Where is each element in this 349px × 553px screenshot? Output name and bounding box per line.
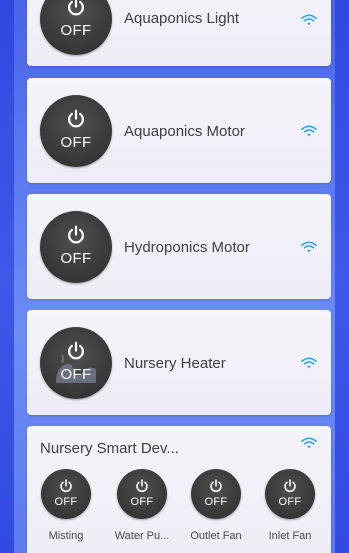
power-icon bbox=[210, 479, 222, 493]
group-title[interactable]: Nursery Smart Dev... bbox=[40, 440, 179, 457]
power-toggle-button[interactable]: OFF bbox=[40, 0, 112, 55]
group-device-label: Water Pu... bbox=[114, 530, 170, 542]
device-card-hydroponics-motor: OFF Hydroponics Motor bbox=[27, 194, 331, 299]
group-device-inlet-fan: OFF Inlet Fan bbox=[260, 469, 320, 551]
power-state-label: OFF bbox=[60, 22, 92, 39]
power-toggle-button[interactable]: OFF bbox=[191, 469, 241, 519]
power-toggle-button[interactable]: OFF bbox=[40, 327, 112, 399]
power-state-label: OFF bbox=[60, 250, 92, 267]
wifi-icon bbox=[301, 241, 317, 253]
power-state-label: OFF bbox=[130, 496, 154, 508]
device-name[interactable]: Nursery Heater bbox=[124, 355, 226, 372]
device-name[interactable]: Hydroponics Motor bbox=[124, 239, 250, 256]
power-state-label: OFF bbox=[60, 134, 92, 151]
power-icon bbox=[68, 225, 84, 244]
group-device-label: Misting bbox=[48, 530, 84, 542]
group-device-water-pump: OFF Water Pu... bbox=[112, 469, 172, 551]
power-toggle-button[interactable]: OFF bbox=[40, 211, 112, 283]
group-device-misting: OFF Misting bbox=[36, 469, 96, 551]
power-toggle-button[interactable]: OFF bbox=[265, 469, 315, 519]
power-state-label: OFF bbox=[204, 496, 228, 508]
power-state-label: OFF bbox=[54, 496, 78, 508]
power-state-label: OFF bbox=[60, 366, 92, 383]
wifi-icon bbox=[301, 14, 317, 26]
power-toggle-button[interactable]: OFF bbox=[117, 469, 167, 519]
group-device-outlet-fan: OFF Outlet Fan bbox=[186, 469, 246, 551]
power-toggle-button[interactable]: OFF bbox=[41, 469, 91, 519]
group-device-label: Outlet Fan bbox=[190, 530, 242, 542]
device-group-card: Nursery Smart Dev... OFF Misting OFF Wat… bbox=[27, 426, 331, 553]
device-name[interactable]: Aquaponics Light bbox=[124, 10, 239, 27]
device-card-aquaponics-motor: OFF Aquaponics Motor bbox=[27, 78, 331, 183]
power-toggle-button[interactable]: OFF bbox=[40, 95, 112, 167]
power-state-label: OFF bbox=[278, 496, 302, 508]
device-card-nursery-heater: OFF Nursery Heater bbox=[27, 310, 331, 415]
left-edge-band bbox=[0, 0, 14, 553]
group-device-label: Inlet Fan bbox=[268, 530, 312, 542]
power-icon bbox=[136, 479, 148, 493]
power-icon bbox=[68, 109, 84, 128]
wifi-icon bbox=[301, 357, 317, 369]
power-icon bbox=[284, 479, 296, 493]
device-card-aquaponics-light: OFF Aquaponics Light bbox=[27, 0, 331, 66]
right-edge-band bbox=[335, 0, 349, 553]
wifi-icon bbox=[301, 437, 317, 449]
device-name[interactable]: Aquaponics Motor bbox=[124, 123, 245, 140]
power-icon bbox=[60, 479, 72, 493]
power-icon bbox=[68, 0, 84, 16]
power-icon bbox=[68, 341, 84, 360]
wifi-icon bbox=[301, 125, 317, 137]
